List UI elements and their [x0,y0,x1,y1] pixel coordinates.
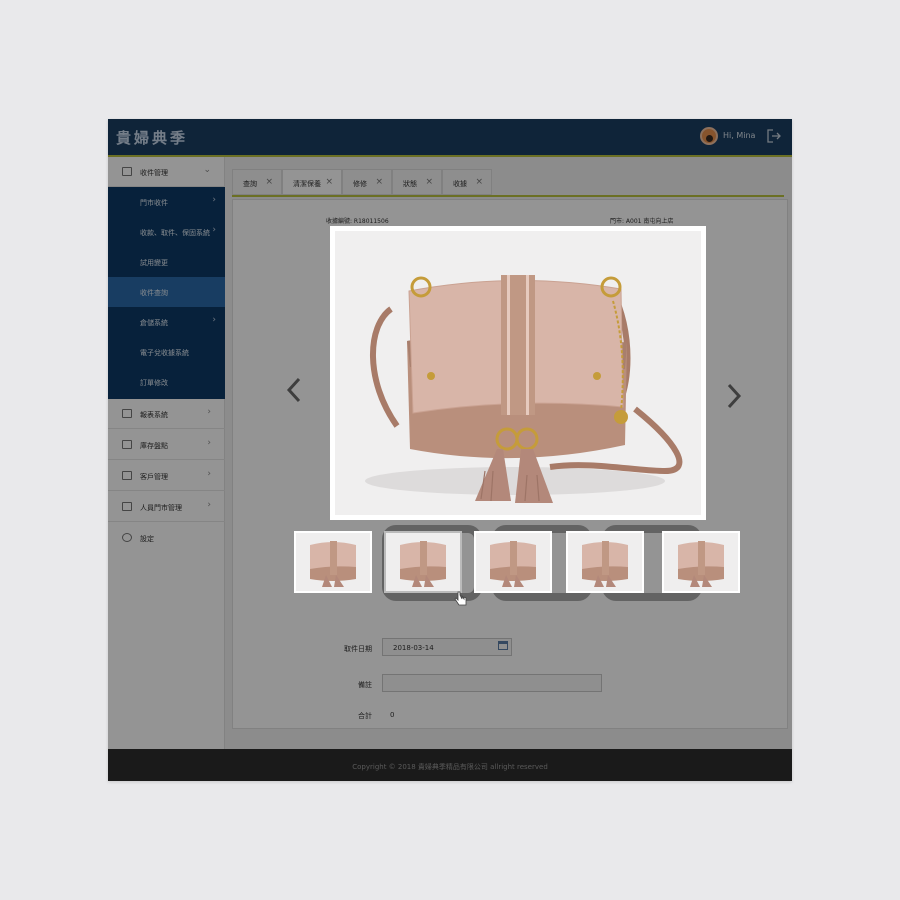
previous-arrow-icon[interactable] [284,375,304,405]
handbag-thumbnail-image [582,541,628,587]
handbag-thumbnail-image [490,541,536,587]
image-viewer [330,226,706,520]
thumbnail[interactable] [566,531,644,593]
thumbnail[interactable] [474,531,552,593]
handbag-thumbnail-image [310,541,356,587]
handbag-photo[interactable] [335,231,701,515]
next-arrow-icon[interactable] [724,381,744,411]
thumbnail[interactable] [662,531,740,593]
thumbnail-active[interactable] [384,531,462,593]
app-window: 貴婦典季 Hi, Mina 收件管理 ⌄ 門市收件 › 收款、取件、保固系統 ›… [108,119,792,781]
hand-cursor-icon [454,591,467,606]
thumbnail[interactable] [294,531,372,593]
handbag-thumbnail-image [678,541,724,587]
handbag-thumbnail-image [400,541,446,587]
